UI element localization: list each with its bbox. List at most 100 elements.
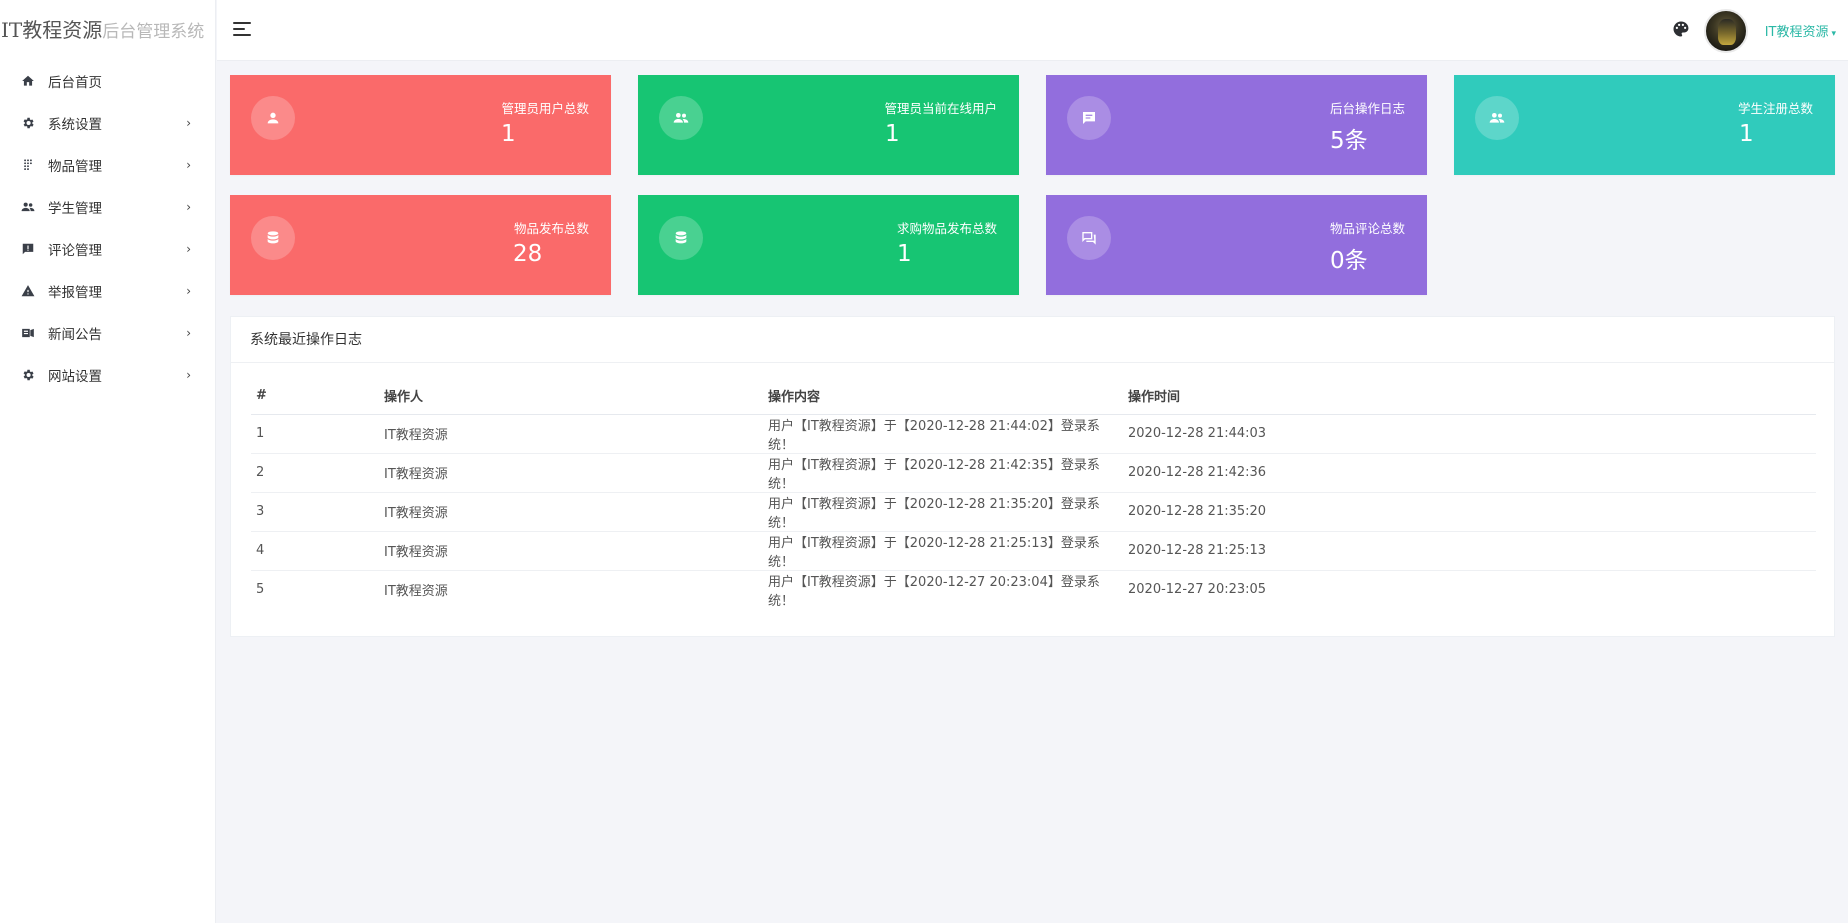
users-icon	[659, 96, 703, 140]
username-label: IT教程资源	[1764, 25, 1829, 40]
card-title: 后台操作日志	[1329, 101, 1405, 116]
card-title: 求购物品发布总数	[896, 221, 997, 236]
sidebar-item-students[interactable]: 学生管理 ›	[0, 186, 215, 228]
recent-logs-panel: 系统最近操作日志 # 操作人 操作内容 操作时间 1 IT教程资源 用户【IT教…	[230, 316, 1835, 637]
sidebar-item-home[interactable]: 后台首页	[0, 60, 215, 102]
table-row: 1 IT教程资源 用户【IT教程资源】于【2020-12-28 21:44:02…	[251, 414, 1816, 454]
card-value: 1	[885, 121, 900, 147]
comment-alert-icon	[20, 241, 36, 257]
cell-operator: IT教程资源	[379, 453, 763, 493]
card-goods-published[interactable]: 物品发布总数 28	[230, 195, 611, 295]
table-row: 4 IT教程资源 用户【IT教程资源】于【2020-12-28 21:25:13…	[251, 531, 1816, 571]
cell-content: 用户【IT教程资源】于【2020-12-27 20:23:04】登录系统！	[768, 574, 1100, 609]
sidebar-item-comments[interactable]: 评论管理 ›	[0, 228, 215, 270]
home-icon	[20, 73, 36, 89]
message-icon	[1067, 96, 1111, 140]
sidebar-item-label: 学生管理	[48, 201, 102, 217]
avatar[interactable]	[1704, 9, 1748, 53]
database-icon	[251, 216, 295, 260]
chevron-right-icon: ›	[186, 158, 191, 172]
card-title: 管理员当前在线用户	[884, 101, 997, 116]
cell-index: 1	[251, 414, 379, 454]
column-header-operator: 操作人	[379, 377, 763, 415]
chevron-right-icon: ›	[186, 242, 191, 256]
chevron-right-icon: ›	[186, 116, 191, 130]
card-value: 28	[513, 241, 543, 267]
sidebar-item-goods[interactable]: 物品管理 ›	[0, 144, 215, 186]
chevron-right-icon: ›	[186, 368, 191, 382]
sidebar-menu: 后台首页 系统设置 › 物品管理 › 学生管理 › 评论管理 › 举报管理 ›	[0, 60, 215, 396]
sidebar-item-system-settings[interactable]: 系统设置 ›	[0, 102, 215, 144]
cell-content: 用户【IT教程资源】于【2020-12-28 21:42:35】登录系统！	[763, 453, 1123, 493]
brand-logo[interactable]: IT教程资源后台管理系统	[0, 0, 215, 60]
cell-operator: IT教程资源	[379, 414, 763, 454]
cell-time: 2020-12-28 21:25:13	[1123, 531, 1816, 571]
user-icon	[251, 96, 295, 140]
sidebar-item-label: 新闻公告	[48, 327, 102, 343]
card-value: 1	[897, 241, 912, 267]
comments-icon	[1067, 216, 1111, 260]
card-operation-logs[interactable]: 后台操作日志 5条	[1046, 75, 1427, 175]
sidebar-item-label: 举报管理	[48, 285, 102, 301]
cell-index: 4	[251, 531, 379, 571]
logs-table: # 操作人 操作内容 操作时间 1 IT教程资源 用户【IT教程资源】于【202…	[251, 377, 1816, 609]
palette-icon[interactable]	[1672, 20, 1690, 38]
sidebar-item-reports[interactable]: 举报管理 ›	[0, 270, 215, 312]
sidebar: IT教程资源后台管理系统 后台首页 系统设置 › 物品管理 › 学生管理 › 评…	[0, 0, 216, 923]
cell-operator: IT教程资源	[384, 584, 448, 599]
database-icon	[659, 216, 703, 260]
chevron-right-icon: ›	[186, 284, 191, 298]
cell-content: 用户【IT教程资源】于【2020-12-28 21:44:02】登录系统！	[763, 414, 1123, 454]
warning-icon	[20, 283, 36, 299]
cell-operator: IT教程资源	[379, 492, 763, 532]
sidebar-item-website-settings[interactable]: 网站设置 ›	[0, 354, 215, 396]
cell-time: 2020-12-28 21:35:20	[1123, 492, 1816, 532]
users-icon	[1475, 96, 1519, 140]
grid-dots-icon	[20, 157, 36, 173]
card-student-registrations[interactable]: 学生注册总数 1	[1454, 75, 1835, 175]
sidebar-item-label: 评论管理	[48, 243, 102, 259]
chevron-right-icon: ›	[186, 200, 191, 214]
column-header-content: 操作内容	[763, 377, 1123, 415]
table-row: 2 IT教程资源 用户【IT教程资源】于【2020-12-28 21:42:35…	[251, 453, 1816, 493]
cell-content: 用户【IT教程资源】于【2020-12-28 21:35:20】登录系统！	[763, 492, 1123, 532]
cell-content: 用户【IT教程资源】于【2020-12-28 21:25:13】登录系统！	[763, 531, 1123, 571]
card-title: 物品发布总数	[513, 221, 589, 236]
column-header-index: #	[251, 377, 379, 415]
card-title: 管理员用户总数	[501, 101, 589, 116]
gear-icon	[20, 367, 36, 383]
card-value: 5条	[1330, 128, 1368, 154]
gear-icon	[20, 115, 36, 131]
card-admin-users[interactable]: 管理员用户总数 1	[230, 75, 611, 175]
card-goods-comments[interactable]: 物品评论总数 0条	[1046, 195, 1427, 295]
cell-time: 2020-12-28 21:44:03	[1123, 414, 1816, 454]
cell-index: 2	[251, 453, 379, 493]
cell-operator: IT教程资源	[379, 531, 763, 571]
card-title: 物品评论总数	[1329, 221, 1405, 236]
panel-title: 系统最近操作日志	[231, 317, 1834, 363]
cell-time: 2020-12-27 20:23:05	[1128, 582, 1267, 597]
brand-subtitle: 后台管理系统	[102, 22, 205, 42]
card-value: 0条	[1330, 248, 1368, 274]
caret-down-icon: ▾	[1831, 29, 1836, 39]
table-row: 5 IT教程资源 用户【IT教程资源】于【2020-12-27 20:23:04…	[251, 570, 1816, 609]
table-row: 3 IT教程资源 用户【IT教程资源】于【2020-12-28 21:35:20…	[251, 492, 1816, 532]
users-icon	[20, 199, 36, 215]
menu-toggle-icon[interactable]	[233, 20, 253, 38]
sidebar-item-label: 物品管理	[48, 159, 102, 175]
user-menu[interactable]: IT教程资源 ▾	[1765, 21, 1836, 40]
sidebar-item-news[interactable]: 新闻公告 ›	[0, 312, 215, 354]
cell-index: 5	[256, 582, 265, 597]
cell-time: 2020-12-28 21:42:36	[1123, 453, 1816, 493]
card-value: 1	[501, 121, 516, 147]
news-icon	[20, 325, 36, 341]
brand-name: IT教程资源	[1, 18, 103, 42]
column-header-time: 操作时间	[1123, 377, 1816, 415]
card-online-admins[interactable]: 管理员当前在线用户 1	[638, 75, 1019, 175]
top-header: IT教程资源 ▾	[217, 0, 1848, 61]
sidebar-item-label: 后台首页	[48, 75, 102, 91]
card-value: 1	[1739, 121, 1754, 147]
chevron-right-icon: ›	[186, 326, 191, 340]
table-header-row: # 操作人 操作内容 操作时间	[251, 377, 1816, 415]
card-wanted-goods[interactable]: 求购物品发布总数 1	[638, 195, 1019, 295]
